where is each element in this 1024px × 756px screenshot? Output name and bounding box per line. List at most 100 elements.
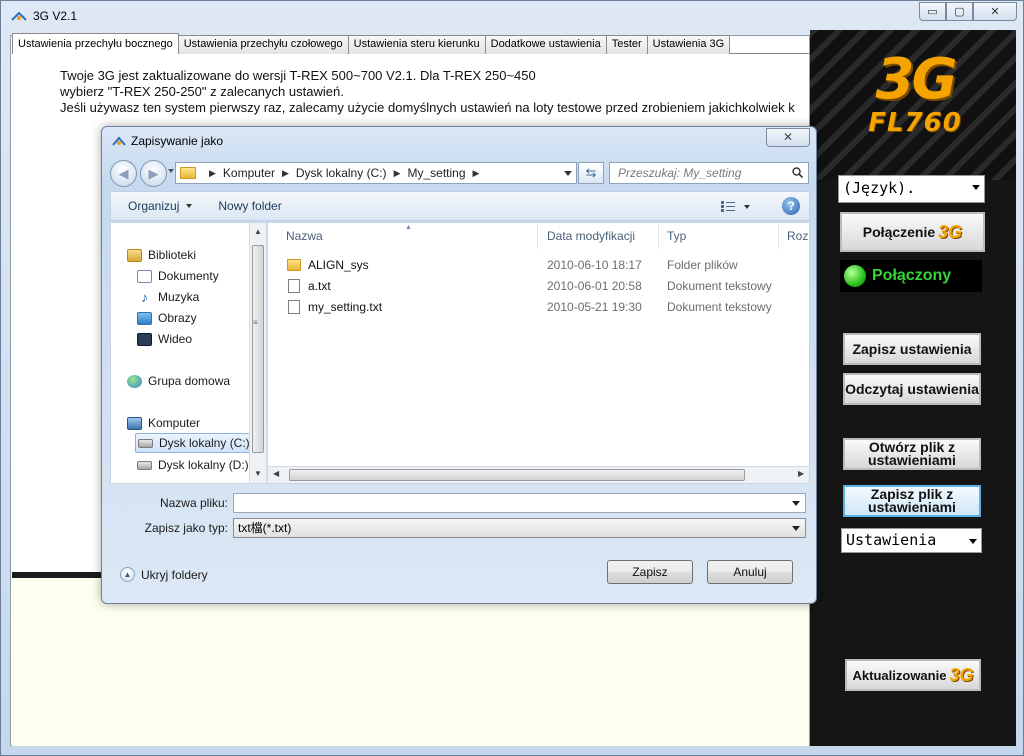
tab-tester[interactable]: Tester xyxy=(605,35,648,54)
nav-item-disk-c[interactable]: Dysk lokalny (C:) xyxy=(135,433,253,453)
horizontal-scrollbar[interactable]: ◀ ▶ xyxy=(268,466,809,483)
breadcrumb-my-setting[interactable]: My_setting xyxy=(407,166,465,180)
breadcrumb-separator-icon: ▶ xyxy=(393,167,401,178)
scroll-left-icon[interactable]: ◀ xyxy=(273,469,279,478)
scroll-thumb[interactable] xyxy=(289,469,745,481)
nav-item-disk-d[interactable]: Dysk lokalny (D:) xyxy=(137,455,249,475)
file-modified: 2010-06-10 18:17 xyxy=(547,258,642,272)
tab-additional-settings[interactable]: Dodatkowe ustawienia xyxy=(484,35,607,54)
breadcrumb-computer[interactable]: Komputer xyxy=(223,166,275,180)
scroll-up-icon[interactable]: ▲ xyxy=(254,227,262,236)
maximize-button[interactable]: ▢ xyxy=(946,2,973,21)
back-button[interactable]: ◀ xyxy=(110,160,137,187)
chevron-down-icon xyxy=(969,539,977,544)
tab-roll-settings[interactable]: Ustawienia przechyłu bocznego xyxy=(12,33,179,54)
tab-rudder-settings[interactable]: Ustawienia steru kierunku xyxy=(347,35,486,54)
folder-icon xyxy=(180,167,196,179)
nav-item-homegroup[interactable]: Grupa domowa xyxy=(127,371,230,391)
nav-item-music[interactable]: ♪ Muzyka xyxy=(137,287,199,307)
dialog-close-button[interactable]: ✕ xyxy=(766,128,810,147)
language-select[interactable]: (Język). xyxy=(838,175,985,203)
search-input[interactable]: Przeszukaj: My_setting xyxy=(609,162,809,184)
folder-icon xyxy=(287,259,301,271)
scroll-down-icon[interactable]: ▼ xyxy=(254,469,262,478)
chevron-down-icon[interactable] xyxy=(792,501,800,506)
app-icon xyxy=(112,136,126,146)
status-text: Połączony xyxy=(872,267,952,284)
recent-locations-dropdown[interactable] xyxy=(168,169,174,173)
dialog-title-bar: Zapisywanie jako xyxy=(112,134,223,148)
arrow-left-icon: ◀ xyxy=(118,165,129,181)
minimize-button[interactable]: ▭ xyxy=(919,2,946,21)
nav-item-label: Obrazy xyxy=(158,311,197,325)
read-settings-label: Odczytaj ustawienia xyxy=(845,380,979,397)
connect-button[interactable]: Połączenie 3G xyxy=(840,212,985,252)
tab-pitch-settings[interactable]: Ustawienia przechyłu czołowego xyxy=(177,35,349,54)
file-row[interactable]: my_setting.txt 2010-05-21 19:30 Dokument… xyxy=(268,297,809,317)
address-bar[interactable]: ▶ Komputer ▶ Dysk lokalny (C:) ▶ My_sett… xyxy=(175,162,577,184)
file-row[interactable]: a.txt 2010-06-01 20:58 Dokument tekstowy xyxy=(268,276,809,296)
breadcrumb-separator-icon: ▶ xyxy=(281,167,289,178)
info-line-2: wybierz "T-REX 250-250" z zalecanych ust… xyxy=(60,84,344,99)
column-type[interactable]: Typ xyxy=(659,223,779,249)
file-row[interactable]: ALIGN_sys 2010-06-10 18:17 Folder plików xyxy=(268,255,809,275)
scroll-right-icon[interactable]: ▶ xyxy=(798,469,804,478)
hide-folders-toggle[interactable]: ▲ Ukryj foldery xyxy=(120,567,208,582)
chevron-down-icon[interactable] xyxy=(564,171,572,176)
column-modified[interactable]: Data modyfikacji xyxy=(539,223,659,249)
language-select-value: (Język). xyxy=(843,179,916,197)
help-icon[interactable]: ? xyxy=(782,197,800,215)
breadcrumb-disk-c[interactable]: Dysk lokalny (C:) xyxy=(296,166,387,180)
arrow-right-icon: ▶ xyxy=(148,165,159,181)
chevron-down-icon xyxy=(186,204,193,208)
open-settings-file-button[interactable]: Otwórz plik z ustawieniami xyxy=(843,438,981,470)
new-folder-button[interactable]: Nowy folder xyxy=(218,199,281,213)
search-icon xyxy=(792,167,803,178)
nav-item-video[interactable]: Wideo xyxy=(137,329,192,349)
chevron-down-icon xyxy=(972,185,980,190)
save-settings-file-button[interactable]: Zapisz plik z ustawieniami xyxy=(843,485,981,517)
connect-3g-badge: 3G xyxy=(938,221,963,242)
nav-item-label: Biblioteki xyxy=(148,248,197,262)
save-settings-button[interactable]: Zapisz ustawienia xyxy=(843,333,981,365)
file-type: Folder plików xyxy=(667,258,738,272)
cancel-button[interactable]: Anuluj xyxy=(707,560,793,584)
nav-item-pictures[interactable]: Obrazy xyxy=(137,308,197,328)
nav-item-libraries[interactable]: Biblioteki xyxy=(127,245,196,265)
settings-select[interactable]: Ustawienia xyxy=(841,528,982,553)
chevron-down-icon[interactable] xyxy=(744,205,750,209)
chevron-up-icon: ▲ xyxy=(120,567,135,582)
forward-button[interactable]: ▶ xyxy=(140,160,167,187)
filename-input[interactable] xyxy=(233,493,806,513)
nav-item-computer[interactable]: Komputer xyxy=(127,413,200,433)
update-button-label: Aktualizowanie xyxy=(852,667,947,683)
nav-item-label: Dysk lokalny (D:) xyxy=(158,458,249,472)
refresh-button[interactable]: ⇆ xyxy=(578,162,604,184)
nav-item-label: Dysk lokalny (C:) xyxy=(159,436,250,450)
scroll-thumb[interactable] xyxy=(252,245,264,453)
refresh-icon: ⇆ xyxy=(585,165,597,180)
save-button[interactable]: Zapisz xyxy=(607,560,693,584)
filename-label: Nazwa pliku: xyxy=(159,496,228,510)
views-icon[interactable] xyxy=(721,201,735,212)
update-button[interactable]: Aktualizowanie 3G xyxy=(845,659,981,691)
nav-item-label: Wideo xyxy=(158,332,193,346)
tab-strip: Ustawienia przechyłu bocznego Ustawienia… xyxy=(12,33,731,54)
open-file-label-2: ustawieniami xyxy=(868,452,956,468)
filetype-select[interactable]: txt檔(*.txt) xyxy=(233,518,806,538)
save-as-dialog: Zapisywanie jako ✕ ◀ ▶ ▶ Komputer ▶ Dysk… xyxy=(101,126,817,604)
tab-3g-settings[interactable]: Ustawienia 3G xyxy=(646,35,731,54)
column-size[interactable]: Rozm xyxy=(779,223,809,249)
navigation-pane: Biblioteki Dokumenty ♪ Muzyka Obrazy Wid… xyxy=(110,222,266,484)
nav-item-label: Komputer xyxy=(148,416,201,430)
read-settings-button[interactable]: Odczytaj ustawienia xyxy=(843,373,981,405)
organize-menu[interactable]: Organizuj xyxy=(128,199,193,213)
settings-select-value: Ustawienia xyxy=(846,531,937,549)
nav-scrollbar[interactable]: ▲ ≡ ▼ xyxy=(249,223,266,483)
nav-item-label: Muzyka xyxy=(158,290,200,304)
breadcrumb-separator-icon: ▶ xyxy=(209,167,216,178)
command-bar: Organizuj Nowy folder ? xyxy=(110,191,810,221)
nav-item-documents[interactable]: Dokumenty xyxy=(137,266,219,286)
chevron-down-icon xyxy=(792,526,800,531)
close-button[interactable]: ✕ xyxy=(973,2,1017,21)
